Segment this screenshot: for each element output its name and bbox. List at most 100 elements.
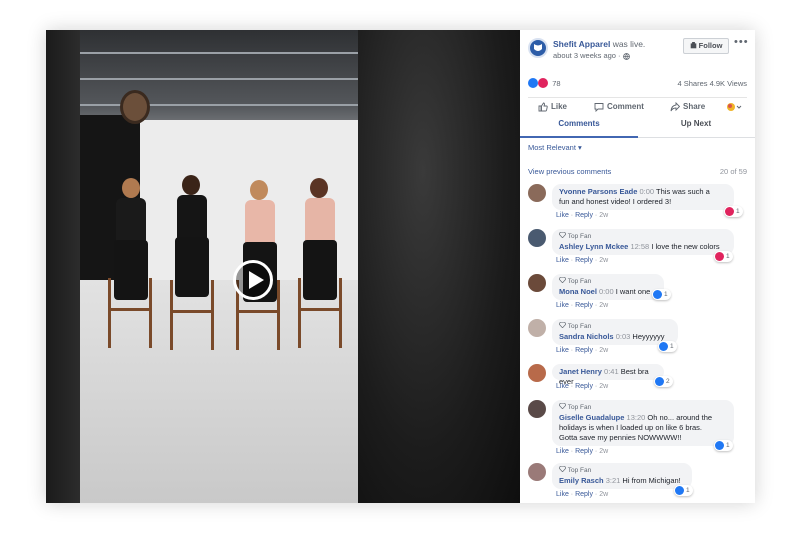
comment-reply[interactable]: Reply (575, 302, 593, 309)
tab-comments[interactable]: Comments (520, 119, 638, 138)
commenter-name[interactable]: Ashley Lynn Mckee (559, 242, 628, 251)
comment-actions: Like · Reply · 2w (556, 302, 609, 309)
follow-button[interactable]: Follow (683, 38, 729, 54)
reaction-summary[interactable]: 78 (528, 78, 561, 89)
comment-reaction[interactable]: 1 (652, 289, 671, 300)
avatar[interactable] (528, 229, 546, 247)
avatar[interactable] (528, 364, 546, 382)
view-previous-comments[interactable]: View previous comments (528, 167, 611, 176)
comment-button[interactable]: Comment (594, 102, 644, 113)
commenter-name[interactable]: Giselle Guadalupe (559, 413, 624, 422)
reaction-count: 1 (664, 291, 668, 299)
comment-reply[interactable]: Reply (575, 491, 593, 498)
comment-age[interactable]: 2w (599, 347, 608, 354)
heart-icon (725, 207, 734, 216)
comment-actions: Like · Reply · 2w (556, 491, 609, 498)
reaction-count: 1 (736, 208, 740, 216)
like-icon (655, 377, 664, 386)
comment-age[interactable]: 2w (599, 448, 608, 455)
comment-text-cont: Gotta save my pennies NOWWWW!! (559, 433, 682, 442)
heart-icon (715, 252, 724, 261)
play-button[interactable] (233, 260, 273, 300)
comment-like[interactable]: Like (556, 347, 569, 354)
avatar[interactable] (528, 274, 546, 292)
live-video-viewer: Shefit Apparel was live. about 3 weeks a… (46, 30, 755, 503)
commenter-name[interactable]: Emily Rasch (559, 476, 604, 485)
comment-text-cont: fun and honest video! I ordered 3! (559, 197, 672, 206)
thumbs-up-icon (538, 102, 548, 112)
diamond-icon (558, 321, 567, 329)
commenter-name[interactable]: Sandra Nichols (559, 332, 614, 341)
comment-text: This was such a (656, 187, 710, 196)
ceiling-truss (80, 78, 358, 80)
video-frame[interactable] (80, 30, 358, 503)
comment-age[interactable]: 2w (599, 257, 608, 264)
share-button[interactable]: Share (670, 101, 706, 112)
comment-timestamp[interactable]: 0:00 (599, 287, 614, 296)
comment-reaction[interactable]: 1 (714, 440, 733, 451)
comment-timestamp[interactable]: 0:41 (604, 367, 619, 376)
follow-label: Follow (698, 41, 723, 50)
like-icon (715, 441, 724, 450)
comment-label: Comment (607, 102, 644, 112)
shares-views[interactable]: 4 Shares 4.9K Views (678, 79, 748, 88)
comment-bubble: Top Fan Mona Noel 0:00 I want one (552, 274, 664, 300)
comment-reaction[interactable]: 2 (654, 376, 673, 387)
comment-like[interactable]: Like (556, 448, 569, 455)
studio-light (120, 90, 150, 124)
share-label: Share (683, 102, 706, 112)
comment-reply[interactable]: Reply (575, 448, 593, 455)
like-icon (653, 290, 662, 299)
comment-timestamp[interactable]: 12:58 (630, 242, 649, 251)
comment-reaction[interactable]: 1 (724, 206, 743, 217)
reaction-picker[interactable] (726, 102, 745, 112)
commenter-name[interactable]: Yvonne Parsons Eade (559, 187, 637, 196)
comment-reply[interactable]: Reply (575, 257, 593, 264)
comment-text-cont: holidays is when I loaded up on like 6 b… (559, 423, 703, 432)
page-name[interactable]: Shefit Apparel (553, 39, 610, 49)
comment-actions: Like · Reply · 2w (556, 383, 609, 390)
top-fan-badge: Top Fan (558, 402, 727, 413)
comment-like[interactable]: Like (556, 383, 569, 390)
commenter-name[interactable]: Mona Noel (559, 287, 597, 296)
comment-like[interactable]: Like (556, 491, 569, 498)
comment-timestamp[interactable]: 13:20 (627, 413, 646, 422)
diamond-icon (558, 276, 567, 284)
comment-reaction[interactable]: 1 (674, 485, 693, 496)
comment-age[interactable]: 2w (599, 383, 608, 390)
commenter-name[interactable]: Janet Henry (559, 367, 602, 376)
comment-like[interactable]: Like (556, 257, 569, 264)
page-avatar[interactable] (528, 38, 548, 58)
tab-up-next[interactable]: Up Next (637, 119, 755, 138)
comment-reply[interactable]: Reply (575, 212, 593, 219)
comment-like[interactable]: Like (556, 302, 569, 309)
like-label: Like (551, 102, 568, 112)
comment-timestamp[interactable]: 3:21 (606, 476, 621, 485)
post-time[interactable]: about 3 weeks ago · (553, 51, 621, 60)
sort-dropdown[interactable]: Most Relevant ▾ (528, 143, 582, 152)
video-player[interactable] (46, 30, 520, 503)
share-icon (670, 101, 681, 112)
avatar[interactable] (528, 319, 546, 337)
comment-reply[interactable]: Reply (575, 347, 593, 354)
avatar[interactable] (528, 463, 546, 481)
reaction-count: 1 (686, 487, 690, 495)
comment-timestamp[interactable]: 0:00 (639, 187, 654, 196)
more-options-icon[interactable]: ••• (734, 36, 749, 48)
comment-reaction[interactable]: 1 (714, 251, 733, 262)
comment-reply[interactable]: Reply (575, 383, 593, 390)
avatar[interactable] (528, 400, 546, 418)
comment-actions: Like · Reply · 2w (556, 347, 609, 354)
comment-age[interactable]: 2w (599, 491, 608, 498)
diamond-icon (558, 231, 567, 239)
comment-reaction[interactable]: 1 (658, 341, 677, 352)
comment-age[interactable]: 2w (599, 212, 608, 219)
avatar[interactable] (528, 184, 546, 202)
like-button[interactable]: Like (538, 102, 567, 112)
comment-age[interactable]: 2w (599, 302, 608, 309)
comment-timestamp[interactable]: 0:03 (616, 332, 631, 341)
comment-like[interactable]: Like (556, 212, 569, 219)
video-blur-left (46, 30, 80, 503)
comment-bubble: Janet Henry 0:41 Best bra ever (552, 364, 664, 386)
comment-text: Hi from Michigan! (622, 476, 681, 485)
